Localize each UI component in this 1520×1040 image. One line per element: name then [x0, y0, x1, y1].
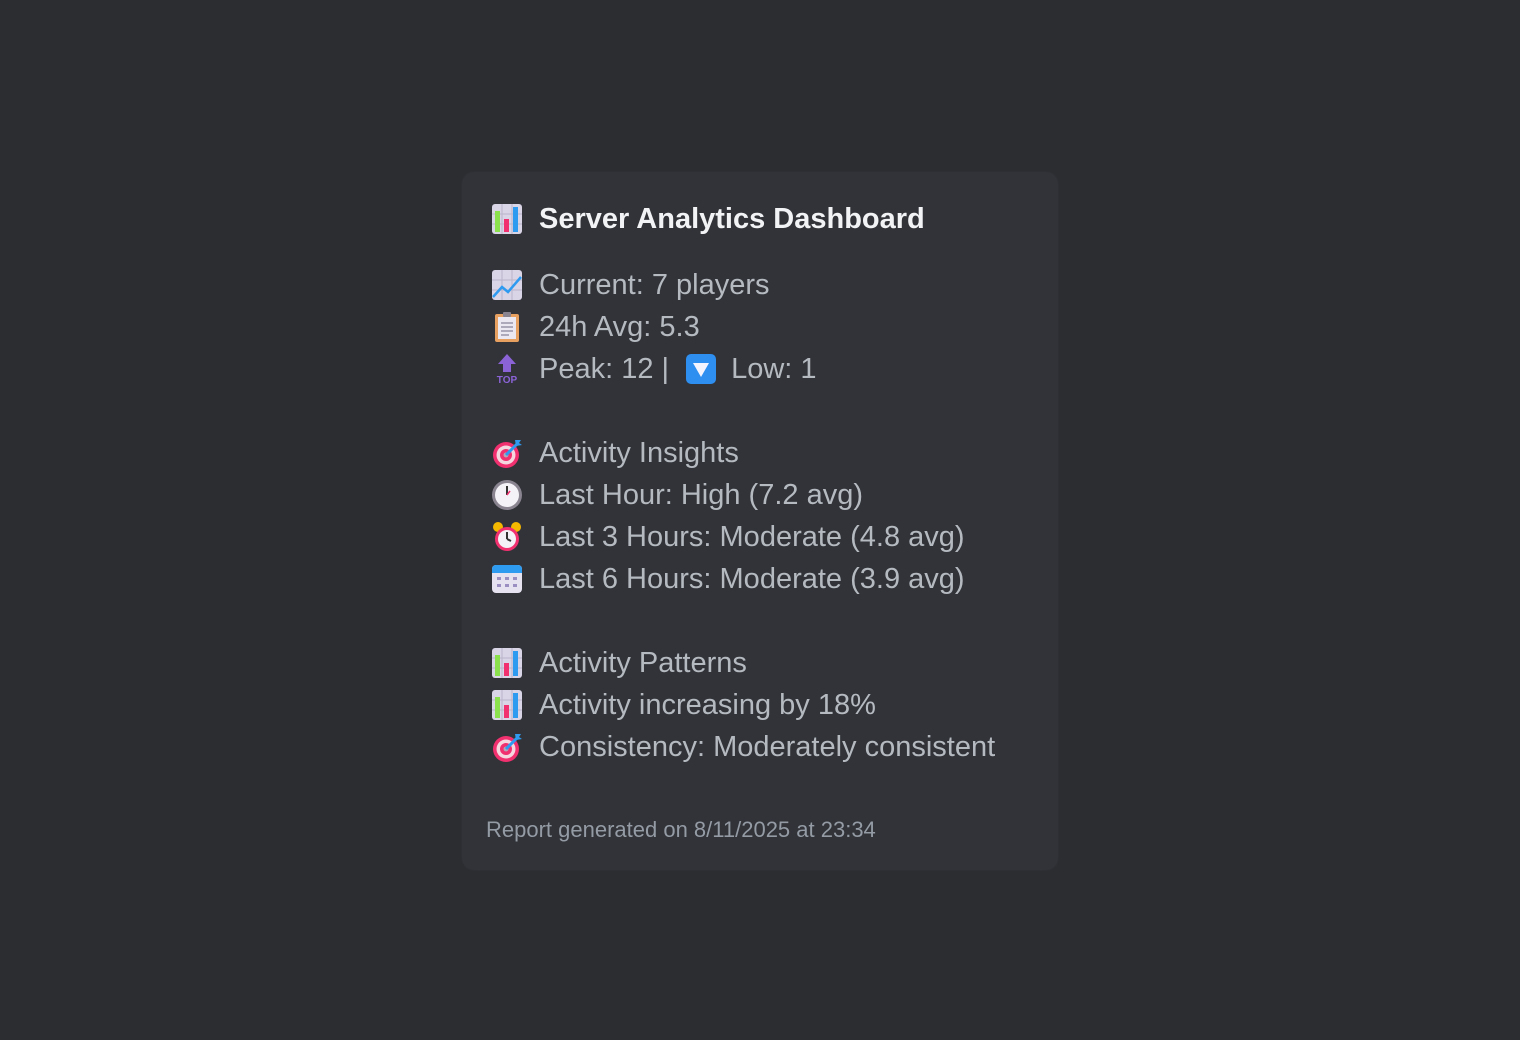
insights-heading: Activity Insights — [491, 432, 739, 474]
chart-increasing-icon — [491, 269, 523, 301]
pattern-consistency: Consistency: Moderately consistent — [491, 726, 995, 768]
svg-text:TOP: TOP — [497, 375, 518, 385]
insight-last-hour: Last Hour: High (7.2 avg) — [491, 474, 863, 516]
bar-chart-icon — [491, 689, 523, 721]
stat-average: 24h Avg: 5.3 — [491, 306, 700, 348]
stat-peak-low: TOP Peak: 12 | Low: 1 — [491, 348, 817, 390]
insight-last-3-hours: Last 3 Hours: Moderate (4.8 avg) — [491, 516, 965, 558]
insight-last-6-hours: Last 6 Hours: Moderate (3.9 avg) — [491, 558, 965, 600]
card-title: Server Analytics Dashboard — [539, 202, 925, 235]
down-button-icon — [685, 353, 717, 385]
card-header: Server Analytics Dashboard — [491, 198, 925, 240]
top-arrow-icon: TOP — [491, 353, 523, 385]
report-timestamp: Report generated on 8/11/2025 at 23:34 — [486, 817, 876, 842]
bar-chart-icon — [491, 647, 523, 679]
target-icon — [491, 437, 523, 469]
calendar-icon — [491, 563, 523, 595]
patterns-heading: Activity Patterns — [491, 642, 747, 684]
bar-chart-icon — [491, 203, 523, 235]
pattern-trend: Activity increasing by 18% — [491, 684, 876, 726]
clock-icon — [491, 479, 523, 511]
target-icon — [491, 731, 523, 763]
clipboard-icon — [491, 311, 523, 343]
alarm-clock-icon — [491, 521, 523, 553]
analytics-embed-card: Server Analytics Dashboard Current: 7 pl… — [462, 172, 1058, 870]
stat-current: Current: 7 players — [491, 264, 770, 306]
